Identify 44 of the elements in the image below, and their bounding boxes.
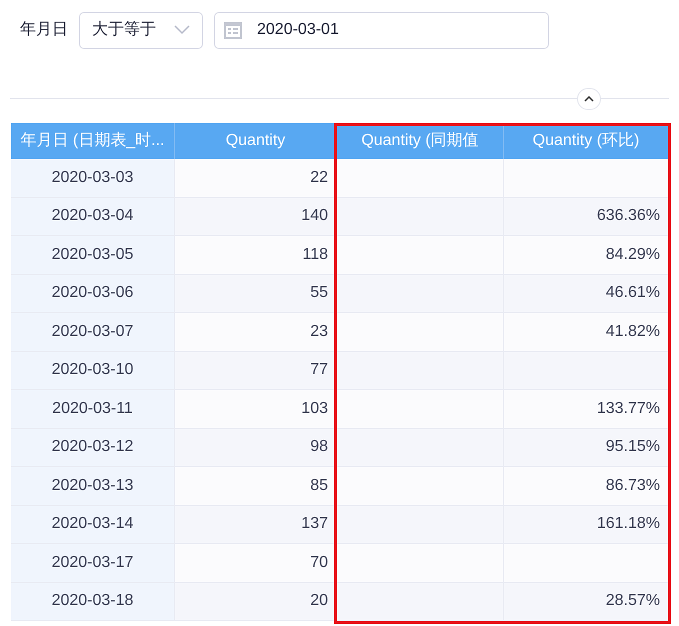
table-cell: 28.57% bbox=[504, 582, 669, 620]
date-field[interactable]: 2020-03-01 bbox=[214, 12, 549, 48]
calendar-icon bbox=[223, 20, 243, 40]
table-cell: 118 bbox=[175, 236, 337, 274]
table-cell: 70 bbox=[175, 544, 337, 582]
table-cell: 98 bbox=[175, 428, 337, 466]
operator-select[interactable]: 大于等于 bbox=[79, 12, 203, 48]
table-cell: 85 bbox=[175, 467, 337, 504]
table-cell: 2020-03-12 bbox=[11, 428, 175, 466]
column-header: Quantity bbox=[175, 123, 337, 159]
table-cell: 55 bbox=[175, 274, 337, 312]
table-cell: 46.61% bbox=[504, 274, 669, 312]
table-cell: 20 bbox=[175, 582, 337, 620]
collapse-button[interactable] bbox=[577, 88, 601, 110]
table-cell: 2020-03-18 bbox=[11, 582, 175, 620]
table-cell: 161.18% bbox=[504, 506, 669, 543]
table-cell: 2020-03-03 bbox=[11, 159, 175, 196]
table-cell: 84.29% bbox=[504, 236, 669, 274]
table-cell: 2020-03-13 bbox=[11, 467, 175, 504]
table-cell: 2020-03-17 bbox=[11, 544, 175, 582]
table-cell: 636.36% bbox=[504, 198, 669, 235]
table-cell: 23 bbox=[175, 313, 337, 350]
table-cell: 2020-03-14 bbox=[11, 506, 175, 543]
table-cell: 86.73% bbox=[504, 467, 669, 504]
filter-label: 年月日 bbox=[20, 20, 68, 40]
table-cell: 2020-03-10 bbox=[11, 352, 175, 389]
table-cell: 2020-03-07 bbox=[11, 313, 175, 350]
table-cell: 2020-03-11 bbox=[11, 390, 175, 428]
table-cell: 22 bbox=[175, 159, 337, 196]
table-cell: 103 bbox=[175, 390, 337, 428]
table-cell: 77 bbox=[175, 352, 337, 389]
chevron-down-icon bbox=[174, 25, 190, 35]
table-cell: 2020-03-06 bbox=[11, 274, 175, 312]
column-header: Quantity (环比) bbox=[504, 123, 669, 159]
table-cell: 140 bbox=[175, 198, 337, 235]
table-cell: 95.15% bbox=[504, 428, 669, 466]
column-header: 年月日 (日期表_时... bbox=[11, 123, 175, 159]
table-cell: 41.82% bbox=[504, 313, 669, 350]
table-cell: 137 bbox=[175, 506, 337, 543]
column-header: Quantity (同期值 bbox=[337, 123, 504, 159]
chevron-up-icon bbox=[584, 96, 594, 102]
table-cell: 2020-03-05 bbox=[11, 236, 175, 274]
table-cell: 133.77% bbox=[504, 390, 669, 428]
table-cell: 2020-03-04 bbox=[11, 198, 175, 235]
